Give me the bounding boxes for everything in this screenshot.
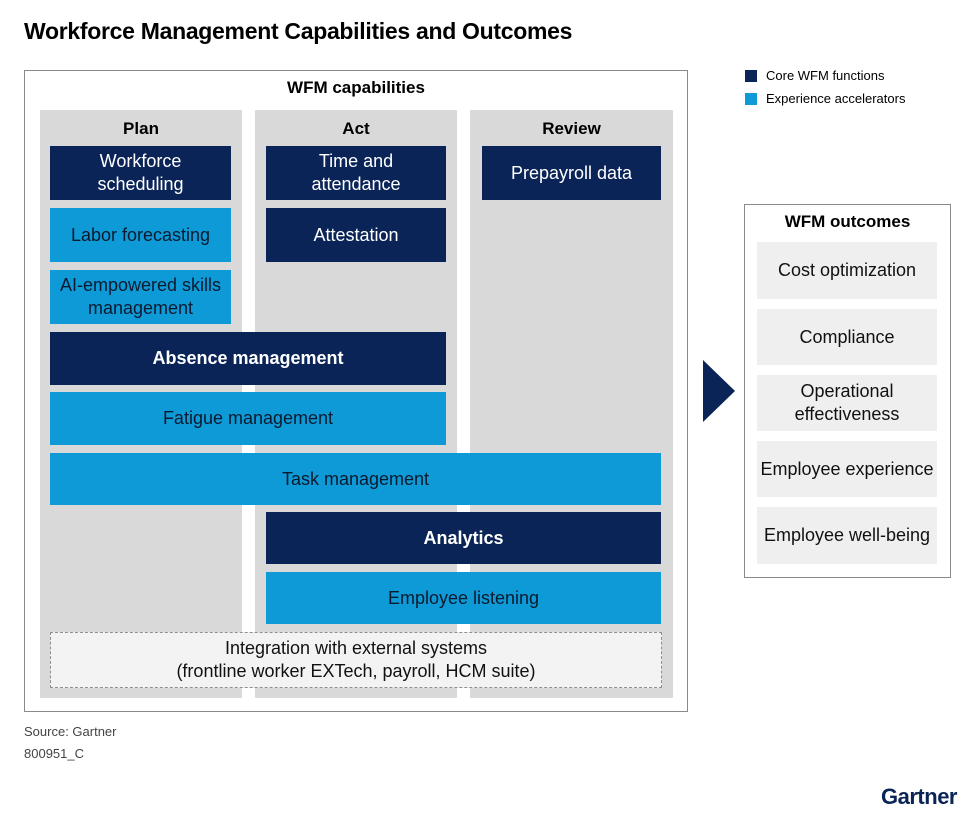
box-task-management: Task management <box>50 453 661 505</box>
gartner-logo: Gartner <box>881 784 957 809</box>
outcome-cost-optimization: Cost optimization <box>757 242 937 299</box>
source-note: Source: Gartner <box>24 724 117 739</box>
page-title: Workforce Management Capabilities and Ou… <box>24 18 573 44</box>
box-analytics: Analytics <box>266 512 661 564</box>
box-prepayroll-label: Prepayroll data <box>510 162 633 183</box>
outcome-compliance: Compliance <box>757 309 937 365</box>
box-employee-listening: Employee listening <box>266 572 661 624</box>
box-time-attendance-label: Time and attendance <box>311 151 401 194</box>
outcome-employee-experience-label: Employee experience <box>760 458 934 479</box>
legend-accelerator-swatch <box>745 92 757 105</box>
column-review-header: Review <box>542 119 601 138</box>
box-integration-line2: (frontline worker EXTech, payroll, HCM s… <box>176 661 536 681</box>
box-fatigue-management: Fatigue management <box>50 392 446 445</box>
box-ai-skills: AI-empowered skills management <box>50 270 231 324</box>
box-integration: Integration with external systems (front… <box>50 632 662 688</box>
box-task-management-label: Task management <box>281 468 430 489</box>
box-labor-forecasting: Labor forecasting <box>50 208 231 262</box>
outcome-employee-wellbeing: Employee well-being <box>757 507 937 564</box>
box-absence-management: Absence management <box>50 332 446 385</box>
outcome-employee-wellbeing-label: Employee well-being <box>763 525 931 545</box>
box-workforce-scheduling: Workforce scheduling <box>50 146 231 200</box>
box-integration-line1: Integration with external systems <box>224 638 488 658</box>
outcomes-title: WFM outcomes <box>784 212 911 231</box>
arrow-right-icon <box>703 360 735 422</box>
column-act-header: Act <box>342 119 370 138</box>
box-labor-forecasting-label: Labor forecasting <box>70 224 211 245</box>
legend-core: Core WFM functions <box>745 68 884 83</box>
legend-accelerator: Experience accelerators <box>745 91 905 106</box>
legend-core-swatch <box>745 69 757 82</box>
box-workforce-scheduling-label: Workforce scheduling <box>97 151 184 194</box>
outcome-operational-effectiveness-label: Operational effectiveness <box>794 381 900 424</box>
legend-accelerator-label: Experience accelerators <box>766 91 906 106</box>
outcome-operational-effectiveness: Operational effectiveness <box>757 375 937 431</box>
figure-id: 800951_C <box>24 746 84 761</box>
box-attestation: Attestation <box>266 208 446 262</box>
outcome-cost-optimization-label: Cost optimization <box>777 260 917 280</box>
outcome-employee-experience: Employee experience <box>757 441 937 497</box>
box-analytics-label: Analytics <box>423 527 504 548</box>
box-time-attendance: Time and attendance <box>266 146 446 200</box>
legend-core-label: Core WFM functions <box>766 68 885 83</box>
box-prepayroll: Prepayroll data <box>482 146 661 200</box>
outcome-compliance-label: Compliance <box>799 326 895 347</box>
box-employee-listening-label: Employee listening <box>387 587 540 608</box>
box-attestation-label: Attestation <box>313 224 399 245</box>
box-absence-management-label: Absence management <box>152 348 344 368</box>
box-fatigue-management-label: Fatigue management <box>162 408 334 428</box>
column-plan-header: Plan <box>123 119 159 138</box>
box-ai-skills-label: AI-empowered skills management <box>59 275 222 318</box>
capabilities-title: WFM capabilities <box>287 78 425 97</box>
